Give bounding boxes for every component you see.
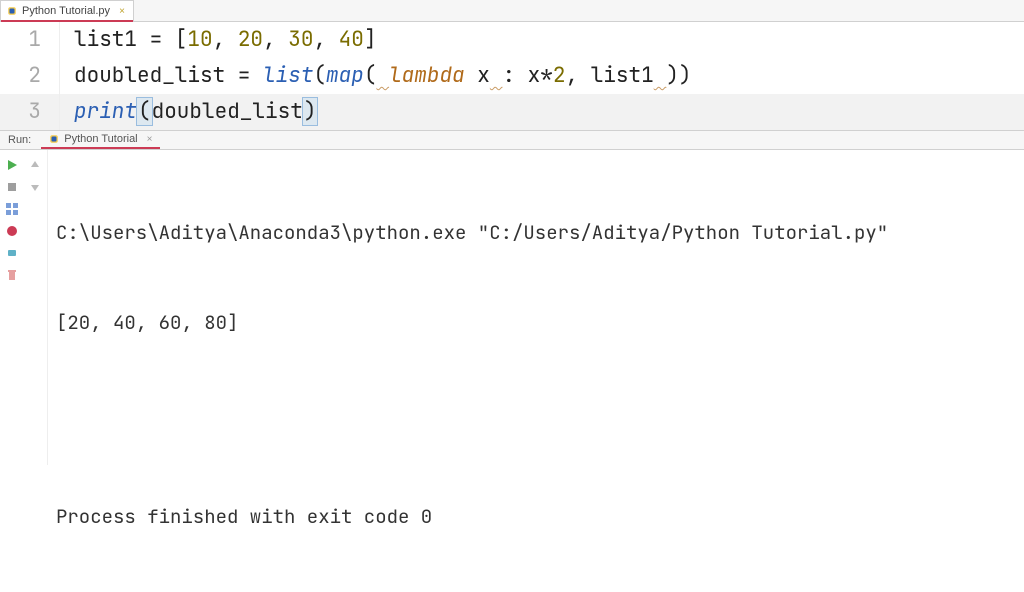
editor-tab-bar: Python Tutorial.py × bbox=[0, 0, 1024, 22]
run-panel-label: Run: bbox=[8, 134, 31, 146]
close-icon[interactable]: × bbox=[147, 134, 153, 145]
up-icon[interactable] bbox=[28, 158, 42, 172]
file-tab-label: Python Tutorial.py bbox=[22, 5, 110, 17]
code-line: 2 doubled_list = list(map( lambda x : x*… bbox=[0, 58, 1024, 94]
console-output[interactable]: C:\Users\Aditya\Anaconda3\python.exe "C:… bbox=[48, 150, 892, 465]
rerun-icon[interactable] bbox=[5, 158, 19, 172]
code-line-current: 3 print(doubled_list) bbox=[0, 94, 1024, 130]
stop-icon[interactable] bbox=[5, 180, 19, 194]
code-text[interactable]: print(doubled_list) bbox=[60, 94, 317, 130]
layout-icon[interactable] bbox=[5, 202, 19, 216]
run-panel: C:\Users\Aditya\Anaconda3\python.exe "C:… bbox=[0, 150, 1024, 465]
code-editor[interactable]: 1 list1 = [10, 20, 30, 40] 2 doubled_lis… bbox=[0, 22, 1024, 130]
console-line-exit: Process finished with exit code 0 bbox=[56, 502, 888, 532]
gutter-line-number: 1 bbox=[0, 22, 60, 58]
trash-icon[interactable] bbox=[5, 268, 19, 282]
print-icon[interactable] bbox=[5, 246, 19, 260]
run-config-name: Python Tutorial bbox=[64, 133, 137, 145]
gutter-line-number: 3 bbox=[0, 94, 60, 130]
run-config-tab[interactable]: Python Tutorial × bbox=[41, 131, 160, 149]
debug-icon[interactable] bbox=[5, 224, 19, 238]
run-toolbar: Run: Python Tutorial × bbox=[0, 130, 1024, 150]
python-file-icon bbox=[49, 134, 59, 144]
code-text[interactable]: doubled_list = list(map( lambda x : x*2,… bbox=[60, 58, 692, 94]
console-line-command: C:\Users\Aditya\Anaconda3\python.exe "C:… bbox=[56, 218, 888, 248]
run-side-toolbar bbox=[0, 150, 48, 465]
file-tab-python-tutorial[interactable]: Python Tutorial.py × bbox=[0, 0, 134, 21]
console-line-output: [20, 40, 60, 80] bbox=[56, 308, 888, 338]
gutter-line-number: 2 bbox=[0, 58, 60, 94]
close-icon[interactable]: × bbox=[119, 6, 125, 17]
python-file-icon bbox=[7, 6, 17, 16]
code-line: 1 list1 = [10, 20, 30, 40] bbox=[0, 22, 1024, 58]
console-blank bbox=[56, 398, 888, 442]
down-icon[interactable] bbox=[28, 180, 42, 194]
code-text[interactable]: list1 = [10, 20, 30, 40] bbox=[60, 22, 376, 58]
